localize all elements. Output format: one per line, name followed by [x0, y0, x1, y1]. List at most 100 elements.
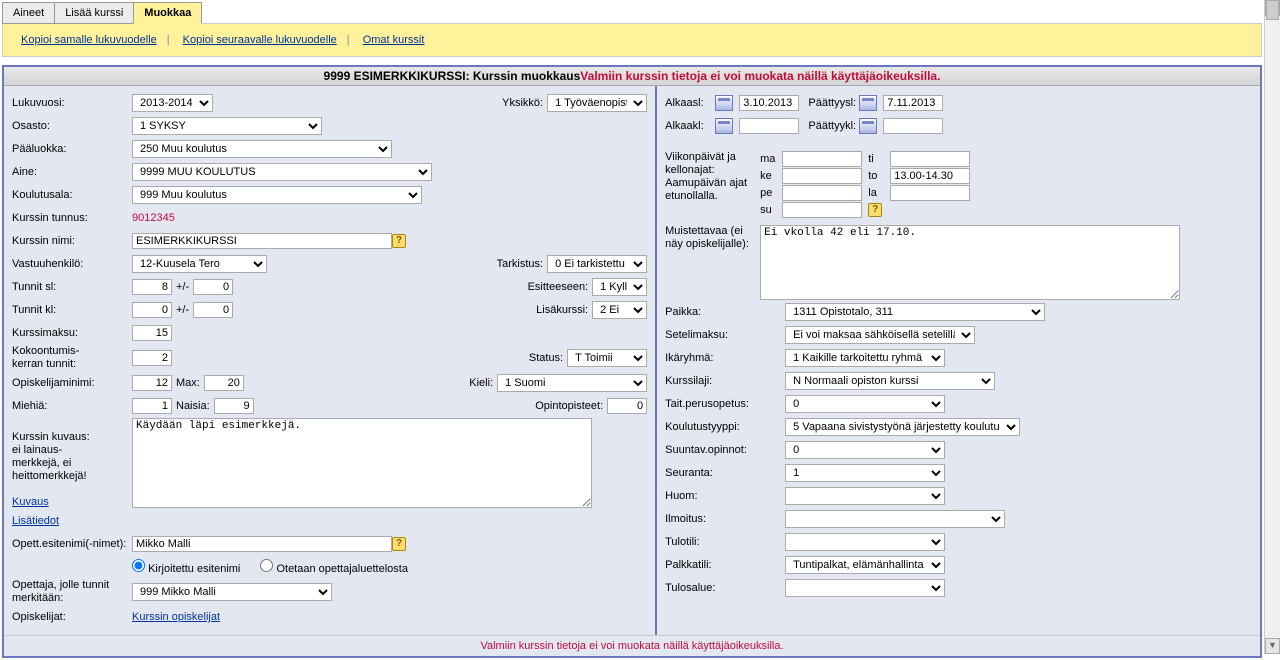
- tarkistus-select[interactable]: 0 Ei tarkistettu: [547, 255, 647, 273]
- la-input[interactable]: [890, 185, 970, 201]
- to-input[interactable]: [890, 168, 970, 184]
- kurssilaji-select[interactable]: N Normaali opiston kurssi: [785, 372, 995, 390]
- seuranta-select[interactable]: 1: [785, 464, 945, 482]
- link-copy-same-year[interactable]: Kopioi samalle lukuvuodelle: [17, 34, 161, 46]
- koulutusala-select[interactable]: 999 Muu koulutus: [132, 186, 422, 204]
- tunnit-sl-label: Tunnit sl:: [12, 281, 132, 293]
- lukuvuosi-select[interactable]: 2013-2014: [132, 94, 213, 112]
- radio-opettajaluettelo[interactable]: Otetaan opettajaluettelosta: [260, 559, 408, 575]
- kurssimaksu-input[interactable]: [132, 325, 172, 341]
- calendar-icon[interactable]: [859, 95, 877, 111]
- muistettavaa-textarea[interactable]: Ei vkolla 42 eli 17.10.: [760, 225, 1180, 300]
- kurssin-opiskelijat-link[interactable]: Kurssin opiskelijat: [132, 611, 220, 623]
- ikaryhma-select[interactable]: 1 Kaikille tarkoitettu ryhmä: [785, 349, 945, 367]
- paattyykl-input[interactable]: [883, 118, 943, 134]
- palkkatili-label: Palkkatili:: [665, 559, 785, 571]
- help-icon[interactable]: ?: [392, 234, 406, 248]
- tunnit-sl-input[interactable]: [132, 279, 172, 295]
- aine-select[interactable]: 9999 MUU KOULUTUS: [132, 163, 432, 181]
- tulotili-select[interactable]: [785, 533, 945, 551]
- right-column: Alkaasl: Päättyysl: Alkaakl: Päättyykl:: [657, 86, 1260, 635]
- huom-select[interactable]: [785, 487, 945, 505]
- scrollbar[interactable]: ▲ ▼: [1264, 0, 1280, 654]
- tait-select[interactable]: 0: [785, 395, 945, 413]
- link-copy-next-year[interactable]: Kopioi seuraavalle lukuvuodelle: [179, 34, 341, 46]
- miehia-label: Miehiä:: [12, 400, 132, 412]
- kokoontumis-input[interactable]: [132, 350, 172, 366]
- vastuuhenkilo-label: Vastuuhenkilö:: [12, 258, 132, 270]
- osasto-select[interactable]: 1 SYKSY: [132, 117, 322, 135]
- kurssin-nimi-label: Kurssin nimi:: [12, 235, 132, 247]
- ilmoitus-label: Ilmoitus:: [665, 513, 785, 525]
- kuvaus-link[interactable]: Kuvaus: [12, 496, 49, 508]
- paattyysl-input[interactable]: [883, 95, 943, 111]
- left-column: Lukuvuosi: 2013-2014 Yksikkö: 1 Työväeno…: [4, 86, 657, 635]
- tab-aineet[interactable]: Aineet: [2, 2, 55, 24]
- pe-input[interactable]: [782, 185, 862, 201]
- suuntav-select[interactable]: 0: [785, 441, 945, 459]
- paikka-select[interactable]: 1311 Opistotalo, 311: [785, 303, 1045, 321]
- tunnit-kl-input[interactable]: [132, 302, 172, 318]
- kurssin-nimi-input[interactable]: [132, 233, 392, 249]
- max-input[interactable]: [204, 375, 244, 391]
- setelimaksu-select[interactable]: Ei voi maksaa sähköisellä setelillä: [785, 326, 975, 344]
- kurssilaji-label: Kurssilaji:: [665, 375, 785, 387]
- opiskelijaminimi-input[interactable]: [132, 375, 172, 391]
- su-input[interactable]: [782, 202, 862, 218]
- esitteeseen-select[interactable]: 1 Kyllä: [592, 278, 647, 296]
- scroll-down-icon[interactable]: ▼: [1265, 638, 1280, 654]
- osasto-label: Osasto:: [12, 120, 132, 132]
- tunnit-sl-adj-input[interactable]: [193, 279, 233, 295]
- link-own-courses[interactable]: Omat kurssit: [359, 34, 429, 46]
- paattyykl-label: Päättyykl:: [808, 120, 856, 132]
- opiskelijaminimi-label: Opiskelijaminimi:: [12, 377, 132, 389]
- opett-esitenimi-label: Opett.esitenimi(-nimet):: [12, 538, 132, 550]
- ilmoitus-select[interactable]: [785, 510, 1005, 528]
- radio-kirjoitettu[interactable]: Kirjoitettu esitenimi: [132, 559, 240, 575]
- ti-input[interactable]: [890, 151, 970, 167]
- tab-lisaa-kurssi[interactable]: Lisää kurssi: [54, 2, 134, 24]
- ikaryhma-label: Ikäryhmä:: [665, 352, 785, 364]
- tulotili-label: Tulotili:: [665, 536, 785, 548]
- koulutustyyppi-select[interactable]: 5 Vapaana sivistystyönä järjestetty koul…: [785, 418, 1020, 436]
- kieli-select[interactable]: 1 Suomi: [497, 374, 647, 392]
- naisia-input[interactable]: [214, 398, 254, 414]
- paaluokka-select[interactable]: 250 Muu koulutus: [132, 140, 392, 158]
- ke-input[interactable]: [782, 168, 862, 184]
- alkaakl-label: Alkaakl:: [665, 120, 715, 132]
- viikonpaivat-label: Viikonpäivät ja kellonajat: Aamupäivän a…: [665, 151, 760, 203]
- tait-perusopetus-label: Tait.perusopetus:: [665, 398, 785, 410]
- tulosalue-select[interactable]: [785, 579, 945, 597]
- paikka-label: Paikka:: [665, 306, 785, 318]
- yksikko-label: Yksikkö:: [502, 97, 543, 109]
- kurssimaksu-label: Kurssimaksu:: [12, 327, 132, 339]
- scroll-thumb[interactable]: [1266, 0, 1279, 20]
- calendar-icon[interactable]: [715, 118, 733, 134]
- lisatiedot-link[interactable]: Lisätiedot: [12, 515, 59, 527]
- calendar-icon[interactable]: [859, 118, 877, 134]
- lisakurssi-select[interactable]: 2 Ei: [592, 301, 647, 319]
- yksikko-select[interactable]: 1 Työväenopisto: [547, 94, 647, 112]
- alkaasl-label: Alkaasl:: [665, 97, 715, 109]
- status-select[interactable]: T Toimii: [567, 349, 647, 367]
- palkkatili-select[interactable]: Tuntipalkat, elämänhallinta: [785, 556, 945, 574]
- vastuuhenkilo-select[interactable]: 12-Kuusela Tero: [132, 255, 267, 273]
- lukuvuosi-label: Lukuvuosi:: [12, 97, 132, 109]
- alkaasl-input[interactable]: [739, 95, 799, 111]
- kokoontumis-label: Kokoontumis- kerran tunnit:: [12, 345, 132, 371]
- help-icon[interactable]: ?: [392, 537, 406, 551]
- kuvaus-textarea[interactable]: Käydään läpi esimerkkejä.: [132, 418, 592, 508]
- miehia-input[interactable]: [132, 398, 172, 414]
- tab-muokkaa[interactable]: Muokkaa: [133, 2, 202, 24]
- calendar-icon[interactable]: [715, 95, 733, 111]
- koulutusala-label: Koulutusala:: [12, 189, 132, 201]
- seuranta-label: Seuranta:: [665, 467, 785, 479]
- help-icon[interactable]: ?: [868, 203, 882, 217]
- aine-label: Aine:: [12, 166, 132, 178]
- opettaja-tunnit-select[interactable]: 999 Mikko Malli: [132, 583, 332, 601]
- alkaakl-input[interactable]: [739, 118, 799, 134]
- opintopisteet-input[interactable]: [607, 398, 647, 414]
- ma-input[interactable]: [782, 151, 862, 167]
- tunnit-kl-adj-input[interactable]: [193, 302, 233, 318]
- opett-esitenimi-input[interactable]: [132, 536, 392, 552]
